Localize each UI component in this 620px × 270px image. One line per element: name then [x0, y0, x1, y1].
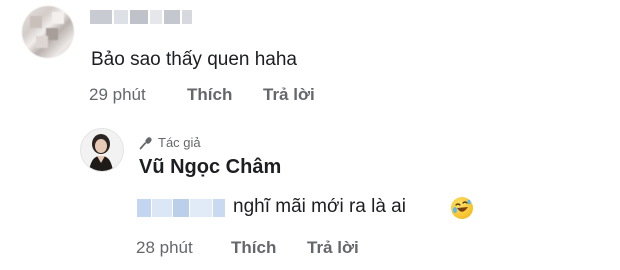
- reply-author-name[interactable]: Vũ Ngọc Châm: [139, 156, 281, 179]
- rolling-laughing-emoji-icon: [451, 197, 473, 219]
- comment-like-button[interactable]: Thích: [187, 85, 232, 105]
- author-avatar[interactable]: [80, 128, 124, 172]
- author-badge: Tác giả: [139, 135, 201, 150]
- commenter-name-blurred[interactable]: [90, 10, 192, 24]
- reply-reply-button[interactable]: Trả lời: [307, 238, 359, 258]
- reply-text: nghĩ mãi mới ra là ai: [233, 196, 406, 217]
- comment-text: Bảo sao thấy quen haha: [91, 49, 298, 70]
- mention-tag-blurred[interactable]: [137, 199, 225, 217]
- microphone-icon: [139, 136, 152, 149]
- commenter-avatar[interactable]: [22, 6, 74, 58]
- author-badge-label: Tác giả: [158, 135, 201, 150]
- reply-like-button[interactable]: Thích: [231, 238, 276, 258]
- comment-reply-button[interactable]: Trả lời: [263, 85, 315, 105]
- reply-timestamp[interactable]: 28 phút: [136, 238, 193, 258]
- author-photo-icon: [81, 129, 123, 171]
- comment-timestamp[interactable]: 29 phút: [89, 85, 146, 105]
